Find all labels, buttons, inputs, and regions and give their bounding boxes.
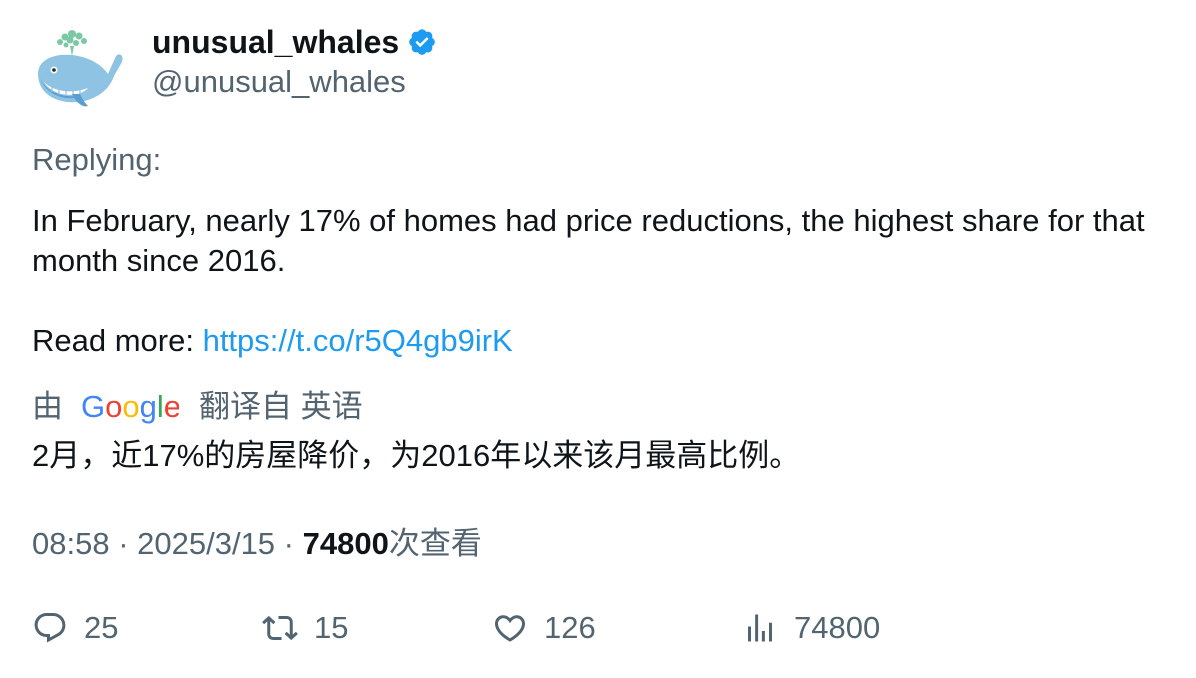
action-bar: 25 15 126 74800 bbox=[32, 610, 1172, 654]
author-handle[interactable]: @unusual_whales bbox=[152, 62, 406, 102]
retweet-icon bbox=[262, 615, 298, 641]
reply-button[interactable]: 25 bbox=[32, 610, 118, 646]
meta-separator: · bbox=[109, 526, 138, 561]
retweet-count: 15 bbox=[314, 610, 349, 645]
translated-by-label: 由 bbox=[32, 389, 63, 424]
reply-count: 25 bbox=[84, 610, 119, 645]
verified-badge-icon[interactable] bbox=[407, 27, 437, 57]
retweet-button[interactable]: 15 bbox=[262, 610, 348, 646]
tweet-link[interactable]: https://t.co/r5Q4gb9irK bbox=[203, 323, 513, 358]
google-logo-icon: Google bbox=[81, 390, 179, 424]
author-name-row: unusual_whales bbox=[152, 22, 437, 62]
translated-from-label: 翻译自 英语 bbox=[199, 389, 363, 424]
translated-text: 2月，近17%的房屋降价，为2016年以来该月最高比例。 bbox=[32, 438, 801, 473]
like-button[interactable]: 126 bbox=[492, 610, 596, 646]
heart-icon bbox=[494, 615, 526, 642]
whale-icon bbox=[38, 30, 123, 107]
tweet-time[interactable]: 08:58 bbox=[32, 526, 110, 561]
like-count: 126 bbox=[544, 610, 596, 645]
svg-text:Google: Google bbox=[81, 390, 179, 424]
tweet-read-more: Read more: https://t.co/r5Q4gb9irK bbox=[32, 321, 1162, 361]
tweet-text: In February, nearly 17% of homes had pri… bbox=[32, 201, 1162, 361]
views-label: 次查看 bbox=[388, 526, 482, 561]
read-more-label: Read more: bbox=[32, 323, 203, 358]
tweet-line: In February, nearly 17% of homes had pri… bbox=[32, 203, 1145, 278]
analytics-icon bbox=[748, 614, 772, 642]
tweet-date[interactable]: 2025/3/15 bbox=[137, 526, 275, 561]
tweet-meta: 08:58 · 2025/3/15 · 74800次查看 bbox=[32, 524, 482, 564]
translation-attribution: 由 Google 翻译自 英语 bbox=[32, 386, 363, 428]
avatar[interactable] bbox=[32, 26, 126, 112]
views-count: 74800 bbox=[302, 526, 389, 561]
reply-context: Replying: bbox=[32, 142, 162, 177]
views-button[interactable]: 74800 bbox=[742, 610, 880, 646]
meta-separator: · bbox=[275, 526, 303, 561]
reply-icon bbox=[34, 613, 66, 643]
views-action-count: 74800 bbox=[794, 610, 881, 645]
author-display-name[interactable]: unusual_whales bbox=[152, 22, 399, 62]
